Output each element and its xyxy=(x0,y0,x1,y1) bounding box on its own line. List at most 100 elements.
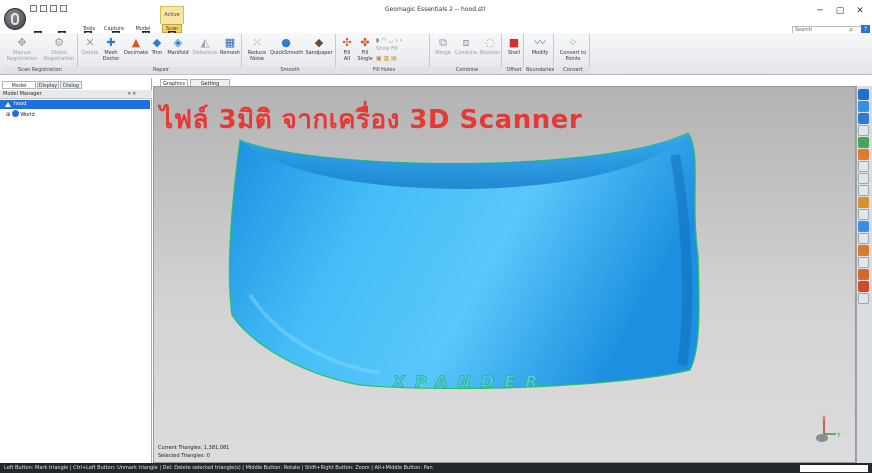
manifold-button[interactable]: ◈ Manifold xyxy=(166,36,190,57)
button-label: Remesh xyxy=(220,50,241,56)
panel-pin-close-controls[interactable]: ▾ ✕ xyxy=(128,90,136,99)
convert-to-points-button[interactable]: ⁘ Convert to Points xyxy=(557,36,589,63)
view-settings-icon[interactable] xyxy=(858,293,869,304)
show-fill-checkbox[interactable]: Show Fill xyxy=(376,46,406,52)
group-label: Combine xyxy=(432,67,502,74)
button-label: Reduce Noise xyxy=(247,50,267,62)
combine-icon: ⧈ xyxy=(462,36,470,49)
fill-single-button[interactable]: ✤ Fill Single xyxy=(356,36,374,63)
selected-triangles-readout: Selected Triangles: 0 xyxy=(158,453,210,459)
reduce-noise-icon: ⁙ xyxy=(252,36,262,49)
reduce-noise-button[interactable]: ⁙ Reduce Noise xyxy=(246,36,268,63)
view-right-icon[interactable] xyxy=(858,209,869,220)
quicksmooth-icon: ● xyxy=(281,36,291,49)
boolean-button[interactable]: ◌ Boolean xyxy=(479,37,501,57)
remesh-icon: ▦ xyxy=(224,36,236,49)
redo-icon[interactable] xyxy=(50,5,57,12)
sandpaper-button[interactable]: ◆ Sandpaper xyxy=(304,37,334,57)
modify-button[interactable]: 〰 Modify xyxy=(527,36,553,57)
minimize-button[interactable]: ─ xyxy=(810,4,830,18)
tab-display[interactable]: Display xyxy=(37,81,59,89)
button-label: Boolean xyxy=(479,50,501,56)
view-zoom-icon[interactable] xyxy=(858,125,869,136)
embossed-logo-text: XPANDER xyxy=(392,372,548,391)
tree-item-hood[interactable]: hood xyxy=(0,100,150,109)
view-lighting-icon[interactable] xyxy=(858,245,869,256)
decimate-button[interactable]: ▲ Decimate xyxy=(124,37,149,57)
view-fit-icon[interactable] xyxy=(858,137,869,148)
view-color-icon[interactable] xyxy=(858,269,869,280)
view-shaded-icon[interactable] xyxy=(858,233,869,244)
view-rotate-icon[interactable] xyxy=(858,101,869,112)
fill-all-icon: ✣ xyxy=(342,36,352,49)
view-back-icon[interactable] xyxy=(858,161,869,172)
tab-dialog[interactable]: Dialog xyxy=(60,81,82,89)
expand-icon[interactable]: ⊞ xyxy=(6,112,10,118)
button-label: Trim xyxy=(151,50,163,56)
global-registration-icon: ⚙ xyxy=(54,36,64,49)
defeature-button[interactable]: ◭ Defeature xyxy=(192,36,218,57)
trim-button[interactable]: ◆ Trim xyxy=(150,36,164,57)
manual-registration-button[interactable]: ✥ Manual Registration xyxy=(6,36,38,63)
view-wireframe-icon[interactable] xyxy=(858,257,869,268)
hood-3d-model[interactable]: XPANDER xyxy=(220,125,705,395)
fill-all-button[interactable]: ✣ Fill All xyxy=(340,36,354,63)
group-label: Smooth xyxy=(244,67,336,74)
quicksmooth-button[interactable]: ● QuickSmooth xyxy=(270,36,304,57)
delete-button[interactable]: ✕ Delete xyxy=(82,37,99,57)
view-clip-icon[interactable] xyxy=(858,281,869,292)
button-label: Mesh Doctor xyxy=(102,50,120,62)
mesh-doctor-button[interactable]: ✚ Mesh Doctor xyxy=(100,37,122,63)
view-front-icon[interactable] xyxy=(858,149,869,160)
convert-to-points-icon: ⁘ xyxy=(568,36,578,49)
button-label: Show Fill xyxy=(376,46,398,52)
shell-button[interactable]: ■ Shell xyxy=(505,36,523,57)
group-label: Convert xyxy=(556,67,590,74)
tab-model-manager[interactable]: Model Manager xyxy=(2,81,36,97)
customize-icon[interactable] xyxy=(60,5,67,12)
button-label: Decimate xyxy=(124,50,149,56)
model-manager-panel xyxy=(0,78,152,463)
group-label: Boundaries xyxy=(526,67,555,74)
button-label: Delete xyxy=(82,50,99,56)
axis-triad: X Y xyxy=(816,415,841,442)
maximize-button[interactable]: ▢ xyxy=(830,4,850,18)
view-top-icon[interactable] xyxy=(858,173,869,184)
shell-icon: ■ xyxy=(508,36,520,49)
defeature-icon: ◭ xyxy=(200,36,210,49)
save-icon[interactable] xyxy=(30,5,37,12)
undo-icon[interactable] xyxy=(40,5,47,12)
status-bar: Left Button: Mark triangle | Ctrl+Left B… xyxy=(0,463,872,473)
button-label: Merge xyxy=(435,50,451,56)
button-label: QuickSmooth xyxy=(270,50,304,56)
view-pan-icon[interactable] xyxy=(858,113,869,124)
combine-button[interactable]: ⧈ Combine xyxy=(454,36,478,57)
merge-button[interactable]: ⧉ Merge xyxy=(433,36,453,57)
button-label: Shell xyxy=(507,50,521,56)
button-label: Convert to Points xyxy=(559,50,587,62)
manifold-icon: ◈ xyxy=(173,36,183,49)
trim-icon: ◆ xyxy=(152,36,162,49)
tree-item-label: World xyxy=(20,112,35,118)
remesh-button[interactable]: ▦ Remesh xyxy=(220,36,241,57)
view-bottom-icon[interactable] xyxy=(858,185,869,196)
current-triangles-readout: Current Triangles: 1,381,081 xyxy=(158,445,230,451)
view-left-icon[interactable] xyxy=(858,197,869,208)
fill-single-icon: ✤ xyxy=(360,36,370,49)
fill-hole-shape-icons[interactable]: ◗ ◠ ◡ ‹ › xyxy=(376,37,426,44)
y-axis-label: Y xyxy=(836,432,841,439)
manual-registration-icon: ✥ xyxy=(17,36,27,49)
tree-item-world[interactable]: ⊞ World xyxy=(0,110,150,119)
application-button[interactable] xyxy=(4,8,26,30)
view-isometric-icon[interactable] xyxy=(858,221,869,232)
contextual-group-label: Active xyxy=(164,12,180,18)
merge-icon: ⧉ xyxy=(439,36,447,49)
global-registration-button[interactable]: ⚙ Global Registration xyxy=(42,36,76,63)
group-label: Repair xyxy=(80,67,242,74)
modify-icon: 〰 xyxy=(534,36,546,49)
button-label: Defeature xyxy=(192,50,218,56)
view-select-icon[interactable] xyxy=(858,89,869,100)
fill-options-icons[interactable]: ▣ ▥ ▤ xyxy=(376,55,426,62)
button-label: Fill Single xyxy=(357,50,373,62)
close-button[interactable]: ✕ xyxy=(850,4,870,18)
